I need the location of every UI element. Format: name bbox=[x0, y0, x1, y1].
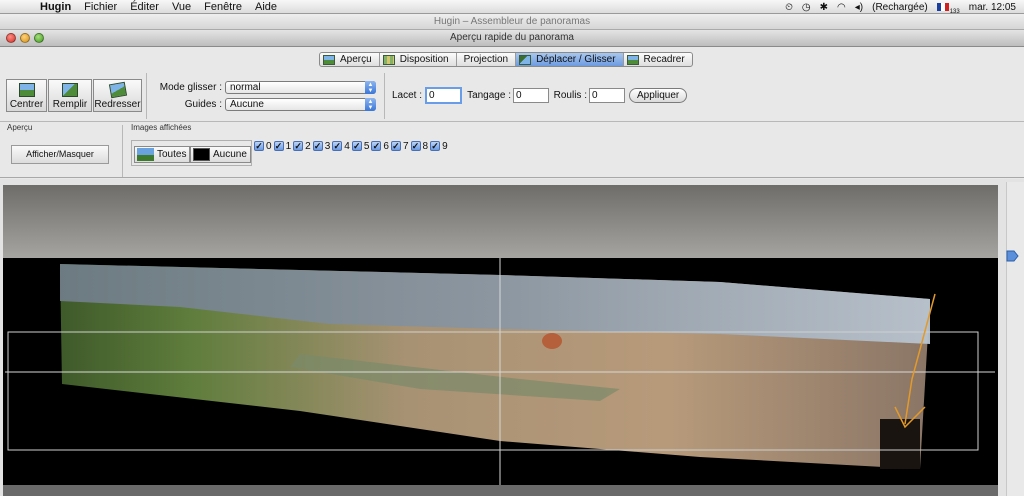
panorama-preview-area bbox=[0, 179, 1024, 496]
show-none-button[interactable]: Aucune bbox=[190, 146, 251, 163]
image-checkboxes: ✓ 0 ✓ 1 ✓ 2 ✓ 3 ✓ 4 ✓ 5 ✓ 6 ✓ 7 ✓ 8 ✓ 9 bbox=[254, 139, 450, 153]
menu-app-name[interactable]: Hugin bbox=[40, 1, 71, 13]
horizon-gray-band bbox=[3, 185, 998, 258]
tab-projection[interactable]: Projection bbox=[457, 53, 517, 66]
image-checkbox-5[interactable]: ✓ 5 bbox=[351, 141, 369, 152]
show-hide-button[interactable]: Afficher/Masquer bbox=[11, 145, 109, 164]
toolbar-separator bbox=[146, 73, 147, 119]
menu-item-view[interactable]: Vue bbox=[172, 1, 191, 13]
drag-mode-select[interactable]: normal ▲ ▼ bbox=[225, 81, 376, 94]
panorama-canvas[interactable] bbox=[0, 179, 1024, 496]
tab-crop[interactable]: Recadrer bbox=[624, 53, 692, 66]
vertical-scrollbar[interactable] bbox=[1006, 182, 1024, 496]
image-checkbox-0[interactable]: ✓ 0 bbox=[254, 141, 272, 152]
menu-item-help[interactable]: Aide bbox=[255, 1, 277, 13]
pitch-input[interactable]: 0 bbox=[513, 88, 549, 103]
image-checkbox-2[interactable]: ✓ 2 bbox=[293, 141, 311, 152]
fill-icon bbox=[62, 83, 78, 97]
image-checkbox-8[interactable]: ✓ 8 bbox=[410, 141, 428, 152]
roll-label: Roulis : bbox=[553, 90, 587, 101]
preview-window-titlebar: Aperçu rapide du panorama bbox=[0, 30, 1024, 47]
timemachine-icon[interactable]: ◷ bbox=[802, 2, 811, 13]
image-checkbox-4[interactable]: ✓ 4 bbox=[332, 141, 350, 152]
layout-icon bbox=[382, 54, 395, 65]
dark-foreground bbox=[880, 419, 920, 469]
tab-drag[interactable]: Déplacer / Glisser bbox=[516, 53, 624, 66]
preview-window-title: Aperçu rapide du panorama bbox=[450, 32, 574, 43]
clock-icon[interactable]: ⏲ bbox=[785, 2, 793, 13]
mode-tab-bar: Aperçu Disposition Projection Déplacer /… bbox=[319, 52, 693, 67]
tab-layout[interactable]: Disposition bbox=[380, 53, 457, 66]
clock[interactable]: mar. 12:05 bbox=[969, 2, 1016, 13]
display-row: Aperçu Images affichées Afficher/Masquer… bbox=[0, 122, 1024, 178]
center-button[interactable]: Centrer bbox=[6, 79, 47, 112]
menu-item-window[interactable]: Fenêtre bbox=[204, 1, 242, 13]
apply-button[interactable]: Appliquer bbox=[629, 88, 688, 103]
yaw-input[interactable]: 0 bbox=[425, 87, 462, 104]
menu-item-file[interactable]: Fichier bbox=[84, 1, 117, 13]
scroll-marker-icon[interactable] bbox=[1006, 250, 1019, 262]
preview-section-label: Aperçu bbox=[7, 123, 33, 132]
image-checkbox-9[interactable]: ✓ 9 bbox=[430, 141, 448, 152]
image-checkbox-1[interactable]: ✓ 1 bbox=[273, 141, 291, 152]
drag-mode-label: Mode glisser : bbox=[159, 82, 222, 93]
menu-item-edit[interactable]: Éditer bbox=[130, 1, 159, 13]
tab-preview[interactable]: Aperçu bbox=[320, 53, 380, 66]
bluetooth-icon[interactable]: ✱ bbox=[820, 2, 828, 13]
select-arrows-icon: ▲ ▼ bbox=[365, 98, 376, 111]
show-all-button[interactable]: Toutes bbox=[134, 146, 191, 163]
menu-bar: Hugin Fichier Éditer Vue Fenêtre Aide ⏲ … bbox=[0, 0, 1024, 15]
straighten-icon bbox=[108, 81, 127, 99]
roll-input[interactable]: 0 bbox=[589, 88, 625, 103]
canvas-bottom-strip bbox=[3, 485, 998, 496]
image-checkbox-3[interactable]: ✓ 3 bbox=[312, 141, 330, 152]
pitch-label: Tangage : bbox=[467, 90, 511, 101]
close-window-button[interactable] bbox=[6, 33, 16, 43]
guides-label: Guides : bbox=[184, 99, 222, 110]
all-images-icon bbox=[137, 148, 154, 161]
main-window-title: Hugin – Assembleur de panoramas bbox=[0, 14, 1024, 30]
no-images-icon bbox=[193, 148, 210, 161]
images-section-label: Images affichées bbox=[131, 123, 192, 132]
battery-status[interactable]: (Rechargée) bbox=[872, 2, 928, 13]
cathedral-dome bbox=[542, 333, 562, 349]
fill-button[interactable]: Remplir bbox=[48, 79, 92, 112]
volume-icon[interactable]: ◂) bbox=[855, 2, 863, 13]
yaw-label: Lacet : bbox=[391, 90, 422, 101]
drag-icon bbox=[519, 54, 532, 65]
toolbar-separator bbox=[384, 73, 385, 119]
select-arrows-icon: ▲ ▼ bbox=[365, 81, 376, 94]
image-checkbox-6[interactable]: ✓ 6 bbox=[371, 141, 389, 152]
flag-icon[interactable] bbox=[936, 3, 949, 11]
straighten-button[interactable]: Redresser bbox=[93, 79, 142, 112]
image-checkbox-7[interactable]: ✓ 7 bbox=[390, 141, 409, 152]
minimize-window-button[interactable] bbox=[20, 33, 30, 43]
preview-icon bbox=[323, 54, 335, 65]
section-separator bbox=[122, 125, 123, 177]
drag-toolbar: Centrer Remplir Redresser bbox=[0, 70, 1024, 122]
crop-icon bbox=[626, 54, 639, 65]
guides-select[interactable]: Aucune ▲ ▼ bbox=[225, 98, 376, 111]
center-icon bbox=[18, 83, 35, 97]
wifi-icon[interactable]: ◠ bbox=[837, 2, 846, 13]
zoom-window-button[interactable] bbox=[34, 33, 44, 43]
